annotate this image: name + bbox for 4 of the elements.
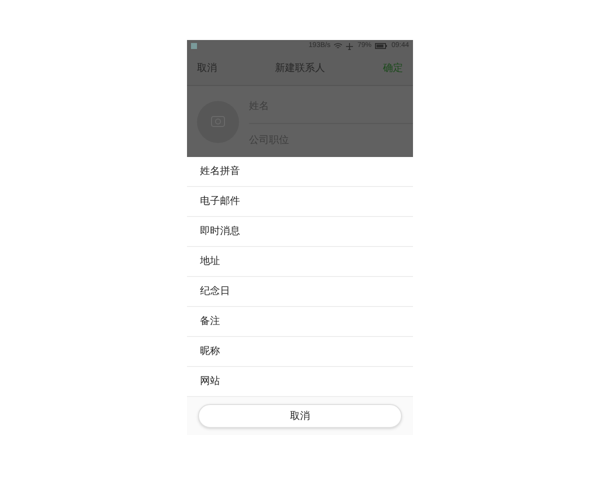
wifi-icon (334, 42, 342, 50)
screen-title: 新建联系人 (275, 62, 325, 76)
sheet-cancel-button[interactable]: 取消 (198, 404, 402, 428)
battery-icon (375, 43, 388, 49)
